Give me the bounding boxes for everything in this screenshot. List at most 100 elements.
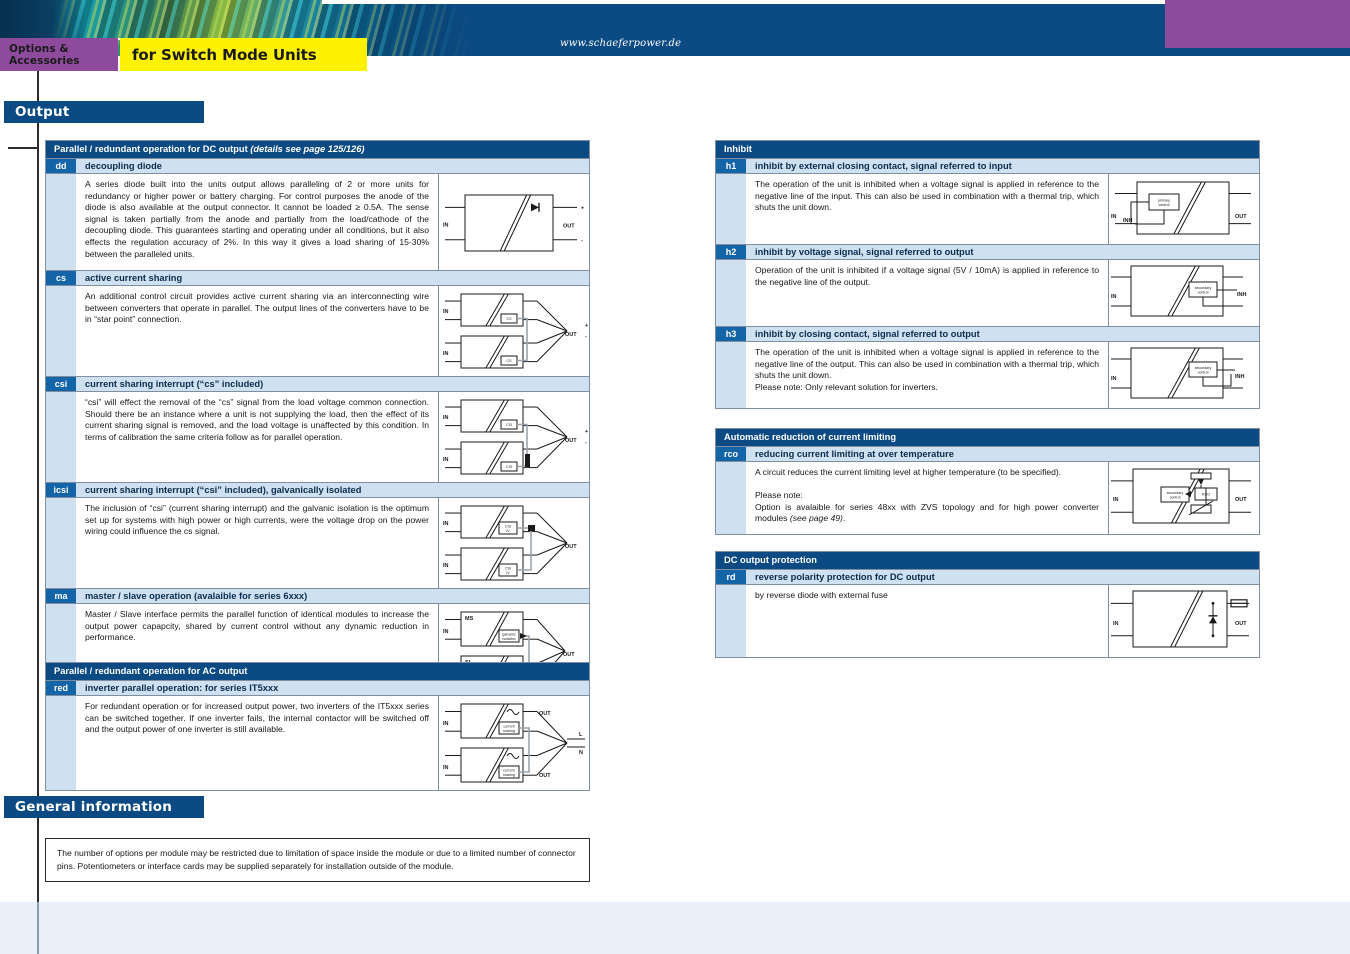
option-gutter — [716, 462, 746, 534]
svg-text:sharing: sharing — [503, 729, 515, 733]
svg-text:MS: MS — [465, 616, 474, 622]
svg-text:OUT: OUT — [563, 652, 575, 658]
option-code-badge: h1 — [716, 159, 746, 173]
svg-text:CS: CS — [507, 359, 513, 363]
website-url: www.schaeferpower.de — [560, 38, 682, 49]
option-header-row[interactable]: red inverter parallel operation: for seri… — [46, 681, 589, 696]
option-header-row[interactable]: csi current sharing interrupt (“cs” inclu… — [46, 377, 589, 392]
svg-text:OUT: OUT — [563, 223, 575, 229]
svg-text:IN: IN — [443, 351, 449, 357]
option-paragraph: Operation of the unit is inhibited if a … — [755, 265, 1099, 287]
svg-text:+: + — [585, 429, 588, 435]
svg-text:OUT: OUT — [565, 544, 577, 550]
table-title: Automatic reduction of current limiting — [716, 429, 1259, 447]
table-title: Parallel / redundant operation for AC ou… — [46, 663, 589, 681]
option-header-row[interactable]: h3 inhibit by closing contact, signal ref… — [716, 327, 1259, 342]
svg-text:IN: IN — [443, 222, 449, 228]
category-tab[interactable]: Options & Accessories — [0, 38, 118, 71]
option-gutter — [46, 174, 76, 270]
svg-text:control: control — [1170, 496, 1181, 500]
svg-text:IN: IN — [443, 309, 449, 315]
option-code-badge: ma — [46, 589, 76, 603]
option-paragraph: The operation of the unit is inhibited w… — [755, 179, 1099, 213]
option-description: The operation of the unit is inhibited w… — [746, 174, 1109, 244]
option-header-row[interactable]: h1 inhibit by external closing contact, s… — [716, 159, 1259, 174]
svg-text:IN: IN — [1111, 294, 1117, 300]
option-code-badge: dd — [46, 159, 76, 173]
options-table: Parallel / redundant operation for DC ou… — [45, 140, 590, 699]
option-header-row[interactable]: rd reverse polarity protection for DC out… — [716, 570, 1259, 585]
table-title: Inhibit — [716, 141, 1259, 159]
option-paragraph: “csi” will effect the removal of the “cs… — [85, 397, 429, 442]
options-table: DC output protection rd reverse polarity p… — [715, 551, 1260, 658]
option-header-row[interactable]: rco reducing current limiting at over tem… — [716, 447, 1259, 462]
general-information-note: The number of options per module may be … — [45, 838, 590, 882]
svg-text:INH: INH — [1123, 218, 1133, 224]
option-paragraph-spacer — [755, 479, 1099, 491]
option-header-row[interactable]: dd decoupling diode — [46, 159, 589, 174]
svg-text:OUT: OUT — [1235, 497, 1247, 503]
svg-text:OUT: OUT — [539, 773, 551, 779]
option-figure-rco-circuit: secondary control RCO IN OUT — [1109, 462, 1259, 534]
svg-text:CSI: CSI — [505, 525, 511, 529]
option-paragraph: Option is avalaible for series 48xx with… — [755, 501, 1099, 524]
option-paragraph: For redundant operation or for increased… — [85, 701, 429, 735]
svg-text:sharing: sharing — [503, 773, 515, 777]
section-header-general: General information — [4, 796, 204, 818]
footer-spine-line — [37, 902, 39, 954]
option-paragraph: A circuit reduces the current limiting l… — [755, 467, 1062, 477]
svg-text:primary: primary — [1158, 199, 1170, 203]
option-title: reducing current limiting at over temper… — [755, 449, 954, 459]
option-code-badge: h3 — [716, 327, 746, 341]
options-table: Parallel / redundant operation for AC ou… — [45, 662, 590, 791]
svg-text:CSI: CSI — [505, 567, 511, 571]
svg-text:current: current — [503, 725, 514, 729]
option-body-row: Operation of the unit is inhibited if a … — [716, 260, 1259, 327]
page-root: www.schaeferpower.de Options & Accessori… — [0, 0, 1350, 954]
svg-text:secondary: secondary — [1195, 286, 1212, 290]
banner-purple-block — [1165, 0, 1350, 48]
option-code-badge: rco — [716, 447, 746, 461]
option-title: master / slave operation (avalaible for … — [85, 591, 308, 601]
option-body-row: A series diode built into the units outp… — [46, 174, 589, 271]
svg-text:IN: IN — [1111, 214, 1117, 220]
option-gutter — [46, 498, 76, 588]
option-title: current sharing interrupt (“cs” included… — [85, 379, 264, 389]
option-title: reverse polarity protection for DC outpu… — [755, 572, 935, 582]
option-body-row: The operation of the unit is inhibited w… — [716, 174, 1259, 245]
option-header-row[interactable]: h2 inhibit by voltage signal, signal refe… — [716, 245, 1259, 260]
option-body-row: The inclusion of “csi” (current sharing … — [46, 498, 589, 589]
option-gutter — [716, 260, 746, 326]
section-header-output: Output — [4, 101, 204, 123]
option-paragraph: Master / Slave interface permits the par… — [85, 609, 429, 643]
option-header-row[interactable]: ma master / slave operation (avalaible fo… — [46, 589, 589, 604]
option-figure-reverse-diode: IN OUT — [1109, 585, 1259, 657]
option-code-badge: icsi — [46, 483, 76, 497]
option-paragraph: Please note: Only relevant solution for … — [755, 381, 938, 392]
option-gutter — [46, 696, 76, 790]
option-title: decoupling diode — [85, 161, 162, 171]
option-figure-inhibit-secondary: secondary control IN INH — [1109, 260, 1259, 326]
svg-text:IN: IN — [1113, 621, 1119, 627]
svg-text:OUT: OUT — [1235, 621, 1247, 627]
svg-text:IN: IN — [443, 563, 449, 569]
svg-text:IV: IV — [506, 571, 510, 575]
svg-text:-: - — [585, 440, 587, 446]
table-title-main: Parallel / redundant operation for AC ou… — [54, 666, 248, 676]
option-body-row: A circuit reduces the current limiting l… — [716, 462, 1259, 534]
option-title: inhibit by external closing contact, sig… — [755, 161, 1012, 171]
option-body-row: For redundant operation or for increased… — [46, 696, 589, 790]
option-title: active current sharing — [85, 273, 183, 283]
svg-text:CS: CS — [507, 317, 513, 321]
table-title-main: DC output protection — [724, 555, 817, 565]
svg-text:IN: IN — [443, 765, 449, 771]
option-body-row: The operation of the unit is inhibited w… — [716, 342, 1259, 408]
option-gutter — [716, 585, 746, 657]
left-spine-line — [37, 71, 39, 954]
page-title-tab: for Switch Mode Units — [120, 38, 367, 71]
svg-text:IN: IN — [1111, 376, 1117, 382]
option-header-row[interactable]: cs active current sharing — [46, 271, 589, 286]
option-body-row: “csi” will effect the removal of the “cs… — [46, 392, 589, 483]
svg-text:+: + — [585, 323, 588, 329]
option-header-row[interactable]: icsi current sharing interrupt (“csi” inc… — [46, 483, 589, 498]
